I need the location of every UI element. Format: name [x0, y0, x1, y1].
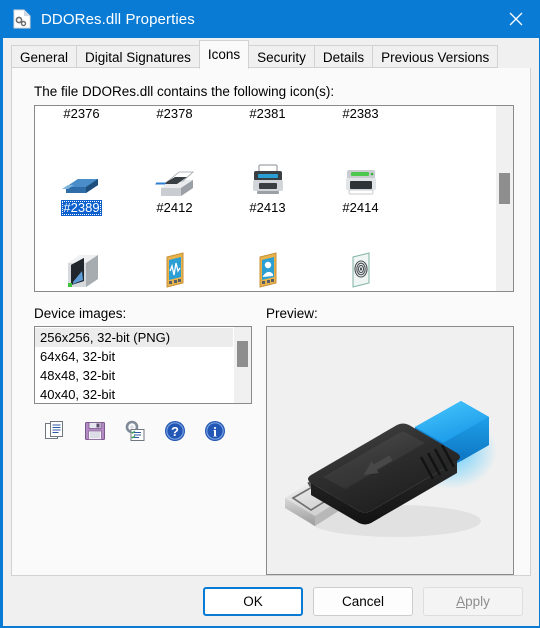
icon-grid[interactable]: #2376 #2378 #2381 #2383 #2389 #2412 #241…	[35, 106, 495, 291]
biometric-scanner-icon	[244, 235, 292, 291]
device-images-list[interactable]: 256x256, 32-bit (PNG) 64x64, 32-bit 48x4…	[35, 327, 233, 403]
list-item[interactable]: 40x40, 32-bit	[35, 385, 233, 403]
icon-cell[interactable]	[128, 235, 221, 291]
device-images-box: 256x256, 32-bit (PNG) 64x64, 32-bit 48x4…	[34, 326, 252, 404]
icon-toolbar: ? i	[34, 418, 252, 444]
svg-text:?: ?	[171, 424, 179, 439]
tab-icons[interactable]: Icons	[198, 40, 250, 69]
preview-column: Preview:	[266, 306, 514, 575]
icon-grid-scrollbar[interactable]	[495, 106, 513, 291]
close-icon[interactable]	[493, 0, 539, 38]
inkjet-printer-icon	[244, 142, 292, 200]
icon-label[interactable]: #2383	[340, 106, 380, 122]
icon-cell[interactable]: #2381	[221, 106, 314, 142]
tab-previous-versions[interactable]: Previous Versions	[372, 45, 499, 68]
fax-printer-icon	[151, 142, 199, 200]
icon-cell[interactable]: #2414	[314, 142, 407, 235]
preview-label: Preview:	[266, 306, 318, 321]
contains-icons-label: The file DDORes.dll contains the followi…	[34, 84, 335, 99]
properties-icon[interactable]	[122, 418, 148, 444]
apply-button: Apply	[423, 586, 523, 616]
cancel-button[interactable]: Cancel	[313, 586, 413, 616]
help-icon[interactable]: ?	[162, 418, 188, 444]
icon-label[interactable]: #2378	[154, 106, 194, 122]
tab-strip: General Digital Signatures Icons Securit…	[3, 38, 539, 69]
icon-cell[interactable]	[314, 235, 407, 291]
lower-section: Device images: 256x256, 32-bit (PNG) 64x…	[34, 306, 514, 575]
tab-details[interactable]: Details	[313, 45, 374, 68]
copy-icon[interactable]	[42, 418, 68, 444]
icon-label[interactable]: #2381	[247, 106, 287, 122]
icon-grid-row: #2389 #2412 #2413 #2414	[35, 142, 495, 235]
icon-cell[interactable]	[221, 235, 314, 291]
fingerprint-reader-icon	[337, 235, 385, 291]
icons-tab-panel: The file DDORes.dll contains the followi…	[11, 67, 531, 576]
save-icon[interactable]	[82, 418, 108, 444]
device-images-label: Device images:	[34, 306, 127, 321]
usb-flash-drive-preview	[275, 393, 505, 561]
tab-digital-signatures[interactable]: Digital Signatures	[76, 45, 200, 68]
icon-cell[interactable]: #2389	[35, 142, 128, 235]
icon-cell[interactable]	[35, 235, 128, 291]
tab-general[interactable]: General	[11, 45, 78, 68]
laser-printer-icon	[337, 142, 385, 200]
icon-label-selected[interactable]: #2389	[61, 200, 102, 216]
device-images-column: Device images: 256x256, 32-bit (PNG) 64x…	[34, 306, 252, 575]
icon-label[interactable]: #2413	[247, 200, 287, 216]
icon-grid-box: #2376 #2378 #2381 #2383 #2389 #2412 #241…	[34, 105, 514, 292]
icon-grid-row: #2376 #2378 #2381 #2383	[35, 106, 495, 142]
dll-file-icon	[13, 9, 31, 29]
list-item[interactable]: 256x256, 32-bit (PNG)	[35, 328, 233, 347]
window-title: DDORes.dll Properties	[41, 10, 195, 28]
list-item[interactable]: 48x48, 32-bit	[35, 366, 233, 385]
medical-monitor-icon	[151, 235, 199, 291]
3d-printer-icon	[58, 235, 106, 291]
icon-cell[interactable]: #2412	[128, 142, 221, 235]
tab-security[interactable]: Security	[248, 45, 315, 68]
usb-flash-drive-blue-icon	[58, 142, 106, 200]
icon-grid-row	[35, 235, 495, 291]
info-icon[interactable]: i	[202, 418, 228, 444]
icon-cell[interactable]: #2383	[314, 106, 407, 142]
device-images-scrollbar[interactable]	[233, 327, 251, 403]
preview-box	[266, 326, 514, 575]
icon-label[interactable]: #2412	[154, 200, 194, 216]
icon-label[interactable]: #2414	[340, 200, 380, 216]
icon-cell[interactable]: #2376	[35, 106, 128, 142]
icon-cell[interactable]: #2378	[128, 106, 221, 142]
dialog-button-bar: OK Cancel Apply	[3, 576, 539, 626]
scrollbar-thumb[interactable]	[237, 340, 248, 367]
scrollbar-thumb[interactable]	[499, 172, 510, 205]
apply-label-rest: pply	[465, 593, 490, 609]
icon-cell[interactable]: #2413	[221, 142, 314, 235]
title-bar[interactable]: DDORes.dll Properties	[3, 0, 539, 38]
list-item[interactable]: 64x64, 32-bit	[35, 347, 233, 366]
icon-label[interactable]: #2376	[61, 106, 101, 122]
ok-button[interactable]: OK	[203, 586, 303, 616]
svg-text:i: i	[213, 426, 217, 441]
properties-dialog: DDORes.dll Properties General Digital Si…	[0, 0, 540, 628]
apply-accelerator: A	[456, 593, 466, 609]
